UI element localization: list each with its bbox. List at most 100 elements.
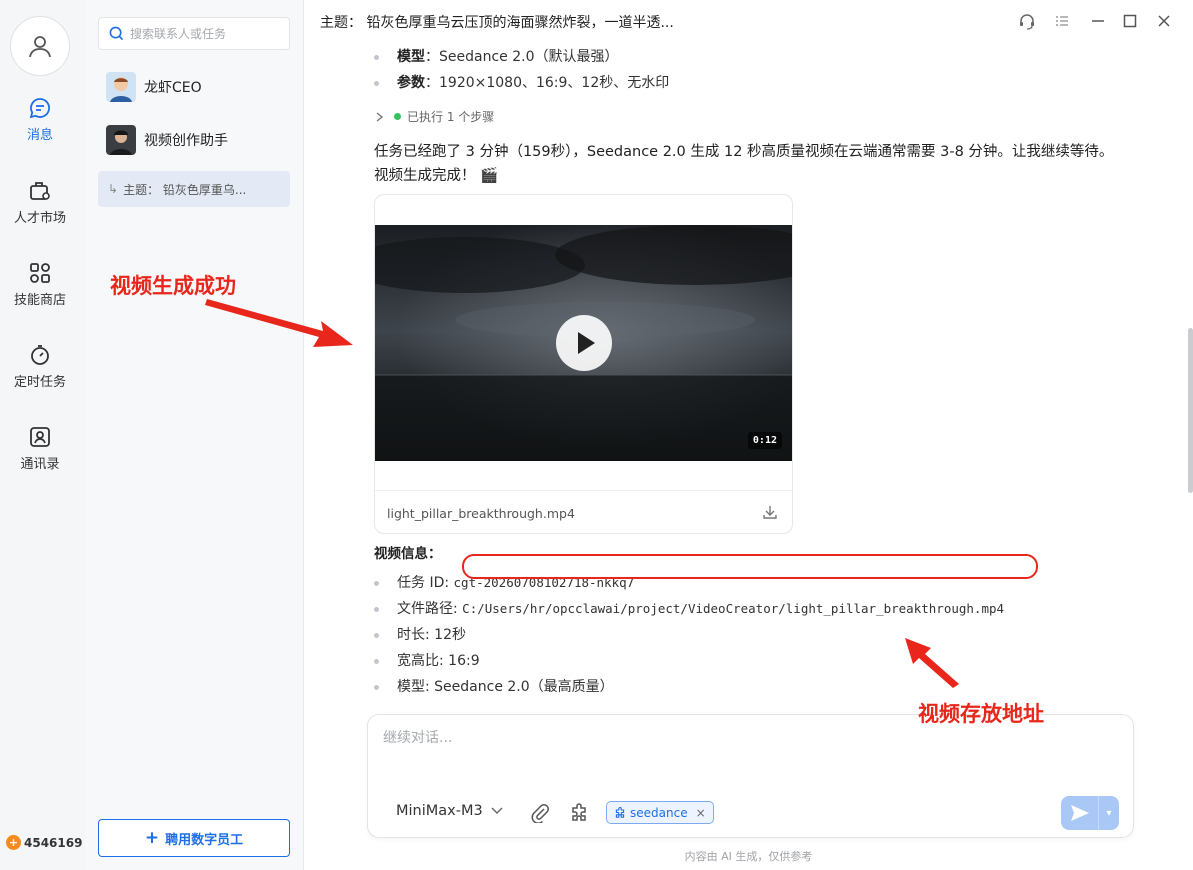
- search-icon: [109, 26, 124, 41]
- download-icon[interactable]: [762, 504, 778, 520]
- bullet-dot: [374, 658, 379, 664]
- annotation-video-path: 视频存放地址: [918, 702, 1044, 726]
- reply-arrow-icon: ↳: [108, 182, 119, 196]
- chevron-down-icon: [491, 807, 503, 814]
- user-avatar[interactable]: [10, 16, 70, 76]
- contact-item-video-assistant[interactable]: 视频创作助手: [98, 118, 290, 162]
- chip-label: seedance: [630, 805, 688, 820]
- bullet-dot: [374, 54, 379, 60]
- rail-item-label: 通讯录: [20, 457, 60, 472]
- coin-balance[interactable]: + 4546169: [6, 835, 82, 850]
- rail-item-talent-market[interactable]: 人才市场: [0, 179, 80, 226]
- contact-item-lobster-ceo[interactable]: 龙虾CEO: [98, 65, 290, 109]
- info-label: 模型:: [397, 679, 435, 695]
- video-info-heading: 视频信息：: [374, 546, 442, 562]
- hire-button-label: 聘用数字员工: [165, 832, 244, 848]
- video-file-row: light_pillar_breakthrough.mp4: [375, 490, 792, 533]
- rail-item-label: 人才市场: [13, 211, 66, 226]
- bullet-item: 模型：Seedance 2.0（默认最强）: [374, 46, 618, 66]
- info-label: 文件路径:: [397, 601, 463, 617]
- message-input[interactable]: [383, 727, 1113, 777]
- executed-steps-toggle[interactable]: 已执行 1 个步骤: [376, 108, 494, 125]
- user-icon: [29, 36, 51, 58]
- info-aspect-ratio: 宽高比: 16:9: [374, 650, 480, 670]
- chip-close-icon[interactable]: ×: [696, 806, 706, 820]
- attach-icon[interactable]: [530, 803, 550, 823]
- contact-avatar: [106, 72, 136, 102]
- video-attachment-card[interactable]: 0:12 light_pillar_breakthrough.mp4: [374, 194, 793, 534]
- info-duration: 时长: 12秒: [374, 624, 466, 644]
- bullet-value: ：Seedance 2.0（默认最强）: [425, 49, 619, 65]
- plus-icon: +: [144, 828, 160, 848]
- close-icon[interactable]: [1155, 12, 1173, 30]
- send-button[interactable]: [1061, 796, 1099, 830]
- contact-name: 视频创作助手: [144, 133, 228, 149]
- info-label: 时长:: [397, 627, 435, 643]
- annotation-arrow: [205, 299, 353, 347]
- send-icon: [1070, 805, 1089, 821]
- bullet-key: 模型: [397, 49, 425, 65]
- rail-item-label: 定时任务: [13, 375, 66, 390]
- contact-name: 龙虾CEO: [144, 80, 202, 96]
- app-window: 消息 人才市场 技能商店 定时任务 通讯录 + 4546169 搜索联系人或任务…: [0, 0, 1193, 870]
- timer-icon: [31, 345, 49, 365]
- info-value: Seedance 2.0（最高质量）: [434, 679, 614, 695]
- search-box[interactable]: [98, 17, 290, 50]
- bullet-dot: [374, 80, 379, 86]
- coin-icon: +: [6, 835, 21, 850]
- info-model: 模型: Seedance 2.0（最高质量）: [374, 676, 614, 696]
- info-value: C:/Users/hr/opcclawai/project/VideoCreat…: [462, 601, 1005, 616]
- skill-chip-seedance[interactable]: seedance ×: [606, 801, 714, 824]
- video-player[interactable]: 0:12: [375, 225, 792, 461]
- info-file-path: 文件路径: C:/Users/hr/opcclawai/project/Vide…: [374, 598, 1004, 618]
- thread-title: 主题： 铅灰色厚重乌...: [123, 182, 247, 197]
- rail-item-label: 消息: [26, 128, 53, 143]
- rail-item-skill-store[interactable]: 技能商店: [0, 261, 80, 308]
- steps-label: 已执行 1 个步骤: [407, 110, 495, 124]
- rail-item-label: 技能商店: [13, 293, 66, 308]
- message-content: 模型：Seedance 2.0（默认最强） 参数：1920×1080、16:9、…: [304, 42, 1193, 712]
- minimize-icon[interactable]: [1089, 12, 1107, 30]
- rail-item-scheduled-tasks[interactable]: 定时任务: [0, 343, 80, 390]
- assistant-message-text: 任务已经跑了 3 分钟（159秒），Seedance 2.0 生成 12 秒高质…: [374, 144, 1114, 184]
- bullet-key: 参数: [397, 75, 425, 91]
- thread-item-active[interactable]: ↳ 主题： 铅灰色厚重乌...: [98, 171, 290, 207]
- coin-count: 4546169: [24, 835, 83, 850]
- info-label: 任务 ID:: [397, 575, 454, 591]
- status-dot: [394, 113, 401, 120]
- play-button[interactable]: [556, 315, 612, 371]
- bullet-dot: [374, 580, 379, 586]
- chat-title: 主题： 铅灰色厚重乌云压顶的海面骤然炸裂，一道半透...: [320, 15, 674, 31]
- plugin-icon: [615, 806, 625, 818]
- bullet-item: 参数：1920×1080、16:9、12秒、无水印: [374, 72, 669, 92]
- video-duration: 0:12: [747, 432, 782, 449]
- headset-icon[interactable]: [1018, 12, 1036, 30]
- bullet-value: ：1920×1080、16:9、12秒、无水印: [425, 75, 670, 91]
- video-filename: light_pillar_breakthrough.mp4: [387, 505, 575, 521]
- nav-rail: 消息 人才市场 技能商店 定时任务 通讯录 + 4546169: [0, 0, 85, 870]
- list-menu-icon[interactable]: [1053, 12, 1071, 30]
- briefcase-icon: [30, 182, 50, 200]
- search-input[interactable]: [130, 26, 280, 41]
- title-bar: 主题： 铅灰色厚重乌云压顶的海面骤然炸裂，一道半透...: [304, 0, 1193, 42]
- send-options-chevron-icon[interactable]: ▾: [1099, 796, 1119, 830]
- chat-main: 主题： 铅灰色厚重乌云压顶的海面骤然炸裂，一道半透... 模型：Seedance…: [304, 0, 1193, 870]
- rail-item-contacts[interactable]: 通讯录: [0, 425, 80, 472]
- bullet-dot: [374, 632, 379, 638]
- ai-disclaimer: 内容由 AI 生成，仅供参考: [684, 850, 813, 863]
- hire-digital-employee-button[interactable]: + 聘用数字员工: [98, 819, 290, 857]
- model-name: MiniMax-M3: [396, 803, 483, 819]
- rail-item-messages[interactable]: 消息: [0, 96, 80, 143]
- model-selector[interactable]: MiniMax-M3: [396, 803, 503, 819]
- contact-avatar: [106, 125, 136, 155]
- send-button-group: ▾: [1061, 796, 1119, 830]
- plugin-icon[interactable]: [569, 803, 589, 823]
- contacts-icon: [30, 427, 50, 447]
- maximize-icon[interactable]: [1121, 12, 1139, 30]
- bullet-dot: [374, 684, 379, 690]
- contact-list-panel: 龙虾CEO 视频创作助手 ↳ 主题： 铅灰色厚重乌... + 聘用数字员工: [85, 0, 304, 870]
- info-label: 宽高比:: [397, 653, 449, 669]
- info-value: 16:9: [448, 653, 480, 669]
- path-highlight-ellipse: [462, 554, 1038, 579]
- annotation-arrow: [905, 638, 959, 688]
